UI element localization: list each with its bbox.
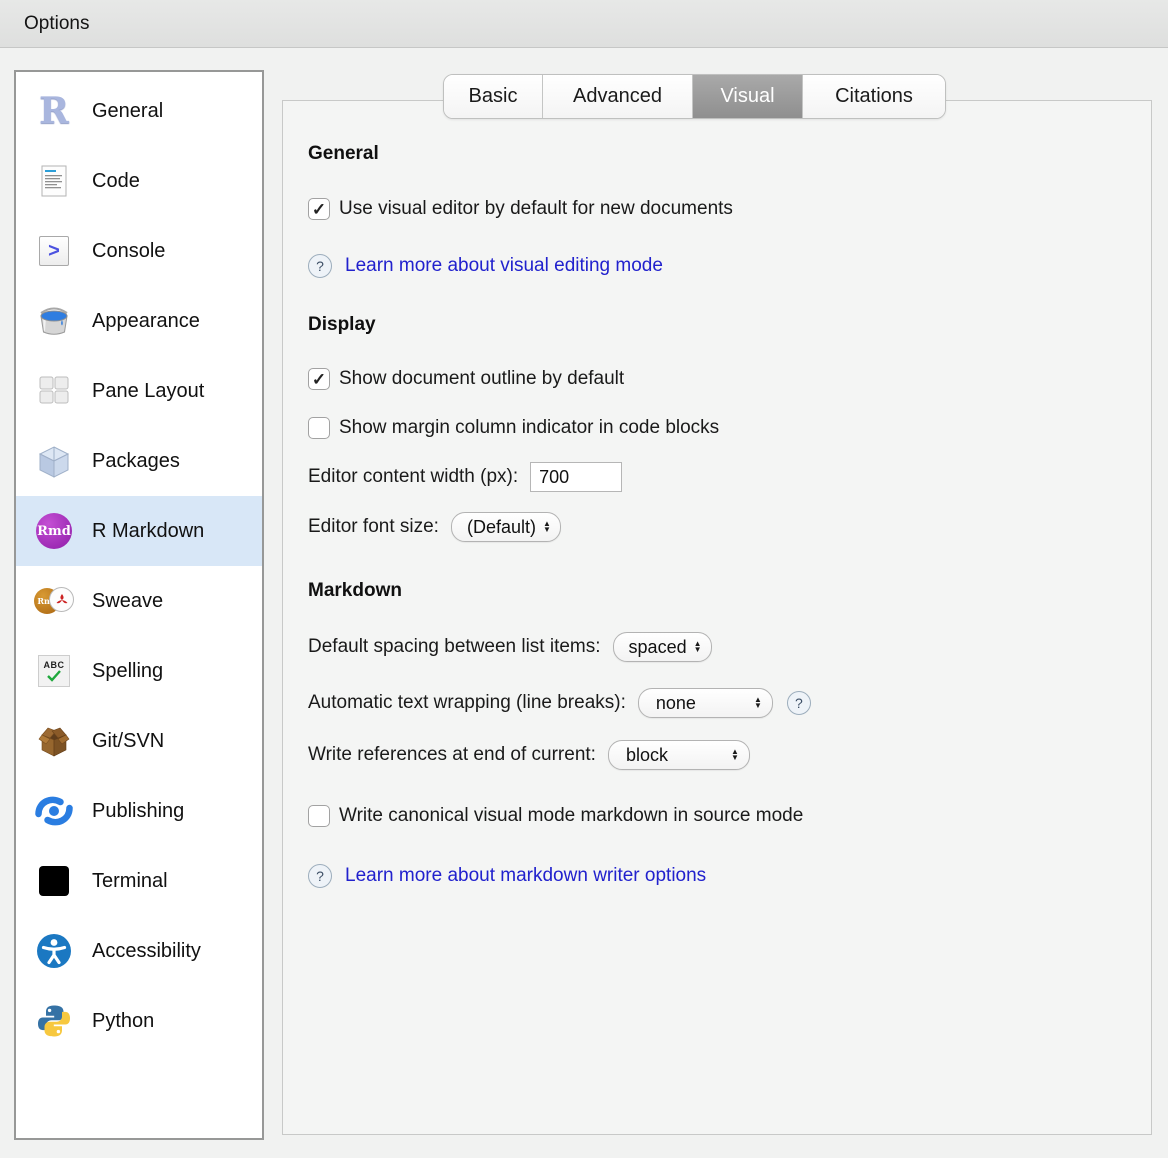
section-heading-display: Display (308, 314, 1151, 336)
sidebar-item-label: Sweave (92, 590, 163, 613)
tab-basic[interactable]: Basic (444, 75, 542, 118)
references-row: Write references at end of current: bloc… (308, 740, 1151, 770)
r-markdown-settings-panel: Basic Advanced Visual Citations General … (282, 100, 1152, 1135)
editor-font-size-label: Editor font size: (308, 516, 439, 538)
show-margin-checkbox[interactable] (308, 417, 330, 439)
sidebar-item-label: Appearance (92, 310, 200, 333)
python-logo-icon (34, 1001, 74, 1041)
learn-more-visual-editing-link[interactable]: Learn more about visual editing mode (345, 255, 663, 277)
show-outline-checkbox[interactable] (308, 368, 330, 390)
package-cube-icon (34, 441, 74, 481)
pane-grid-icon (34, 371, 74, 411)
help-icon[interactable]: ? (308, 864, 332, 888)
markdown-writer-help-row: ? Learn more about markdown writer optio… (308, 864, 1151, 888)
code-document-icon (34, 161, 74, 201)
sidebar-item-label: Git/SVN (92, 730, 164, 753)
editor-font-size-select[interactable]: (Default) ▲▼ (451, 512, 561, 542)
text-wrapping-select[interactable]: none ▲▼ (638, 688, 773, 718)
sidebar-item-label: R Markdown (92, 520, 204, 543)
list-spacing-label: Default spacing between list items: (308, 636, 601, 658)
options-category-sidebar: R General Code > Console (14, 70, 264, 1140)
references-select[interactable]: block ▲▼ (608, 740, 750, 770)
visual-editing-help-row: ? Learn more about visual editing mode (308, 254, 1151, 278)
sidebar-item-label: Console (92, 240, 165, 263)
sidebar-item-r-markdown[interactable]: Rmd R Markdown (16, 496, 262, 566)
sidebar-item-label: Spelling (92, 660, 163, 683)
cardboard-box-icon (34, 721, 74, 761)
canonical-markdown-row: Write canonical visual mode markdown in … (308, 805, 1151, 827)
sidebar-item-packages[interactable]: Packages (16, 426, 262, 496)
select-arrows-icon: ▲▼ (543, 521, 551, 533)
console-prompt-icon: > (34, 231, 74, 271)
help-icon[interactable]: ? (308, 254, 332, 278)
editor-font-size-row: Editor font size: (Default) ▲▼ (308, 512, 1151, 542)
sidebar-item-label: Publishing (92, 800, 184, 823)
section-heading-markdown: Markdown (308, 580, 1151, 602)
publish-swirl-icon (34, 791, 74, 831)
sidebar-item-label: Pane Layout (92, 380, 204, 403)
sidebar-item-label: Packages (92, 450, 180, 473)
editor-width-input[interactable] (530, 462, 622, 492)
show-outline-label: Show document outline by default (339, 368, 624, 390)
accessibility-person-icon (34, 931, 74, 971)
sidebar-item-spelling[interactable]: ABC Spelling (16, 636, 262, 706)
sweave-pdf-icon: Rnw (34, 581, 74, 621)
terminal-icon (34, 861, 74, 901)
paint-bucket-icon (34, 301, 74, 341)
references-label: Write references at end of current: (308, 744, 596, 766)
select-arrows-icon: ▲▼ (694, 641, 702, 653)
sidebar-item-python[interactable]: Python (16, 986, 262, 1056)
rmarkdown-badge-icon: Rmd (34, 511, 74, 551)
editor-width-label: Editor content width (px): (308, 466, 518, 488)
section-heading-general: General (308, 143, 1151, 165)
list-spacing-value: spaced (629, 637, 687, 658)
tab-citations[interactable]: Citations (802, 75, 945, 118)
sidebar-item-git-svn[interactable]: Git/SVN (16, 706, 262, 776)
learn-more-markdown-writer-link[interactable]: Learn more about markdown writer options (345, 865, 706, 887)
show-margin-label: Show margin column indicator in code blo… (339, 417, 719, 439)
sidebar-item-label: Accessibility (92, 940, 201, 963)
text-wrapping-row: Automatic text wrapping (line breaks): n… (308, 688, 1151, 718)
tab-advanced[interactable]: Advanced (542, 75, 692, 118)
sidebar-item-accessibility[interactable]: Accessibility (16, 916, 262, 986)
sidebar-item-appearance[interactable]: Appearance (16, 286, 262, 356)
window-title-bar: Options (0, 0, 1168, 48)
settings-tab-bar: Basic Advanced Visual Citations (443, 74, 946, 119)
sidebar-item-general[interactable]: R General (16, 76, 262, 146)
use-visual-editor-row: Use visual editor by default for new doc… (308, 198, 1151, 220)
sidebar-item-pane-layout[interactable]: Pane Layout (16, 356, 262, 426)
sidebar-item-label: Python (92, 1010, 154, 1033)
use-visual-editor-label: Use visual editor by default for new doc… (339, 198, 733, 220)
list-spacing-row: Default spacing between list items: spac… (308, 632, 1151, 662)
select-arrows-icon: ▲▼ (754, 697, 762, 709)
list-spacing-select[interactable]: spaced ▲▼ (613, 632, 712, 662)
abc-check-icon: ABC (34, 651, 74, 691)
use-visual-editor-checkbox[interactable] (308, 198, 330, 220)
references-value: block (626, 745, 668, 766)
r-logo-icon: R (34, 91, 74, 131)
text-wrapping-value: none (656, 693, 696, 714)
editor-width-row: Editor content width (px): (308, 462, 1151, 492)
tab-visual[interactable]: Visual (692, 75, 802, 118)
canonical-markdown-checkbox[interactable] (308, 805, 330, 827)
sidebar-item-label: Code (92, 170, 140, 193)
window-title: Options (24, 13, 89, 35)
show-margin-row: Show margin column indicator in code blo… (308, 417, 1151, 439)
show-outline-row: Show document outline by default (308, 368, 1151, 390)
sidebar-item-publishing[interactable]: Publishing (16, 776, 262, 846)
sidebar-item-label: General (92, 100, 163, 123)
sidebar-item-label: Terminal (92, 870, 168, 893)
text-wrapping-help-icon[interactable]: ? (787, 691, 811, 715)
editor-font-size-value: (Default) (467, 517, 536, 538)
canonical-markdown-label: Write canonical visual mode markdown in … (339, 805, 803, 827)
sidebar-item-terminal[interactable]: Terminal (16, 846, 262, 916)
select-arrows-icon: ▲▼ (731, 749, 739, 761)
text-wrapping-label: Automatic text wrapping (line breaks): (308, 692, 626, 714)
sidebar-item-sweave[interactable]: Rnw Sweave (16, 566, 262, 636)
sidebar-item-code[interactable]: Code (16, 146, 262, 216)
sidebar-item-console[interactable]: > Console (16, 216, 262, 286)
